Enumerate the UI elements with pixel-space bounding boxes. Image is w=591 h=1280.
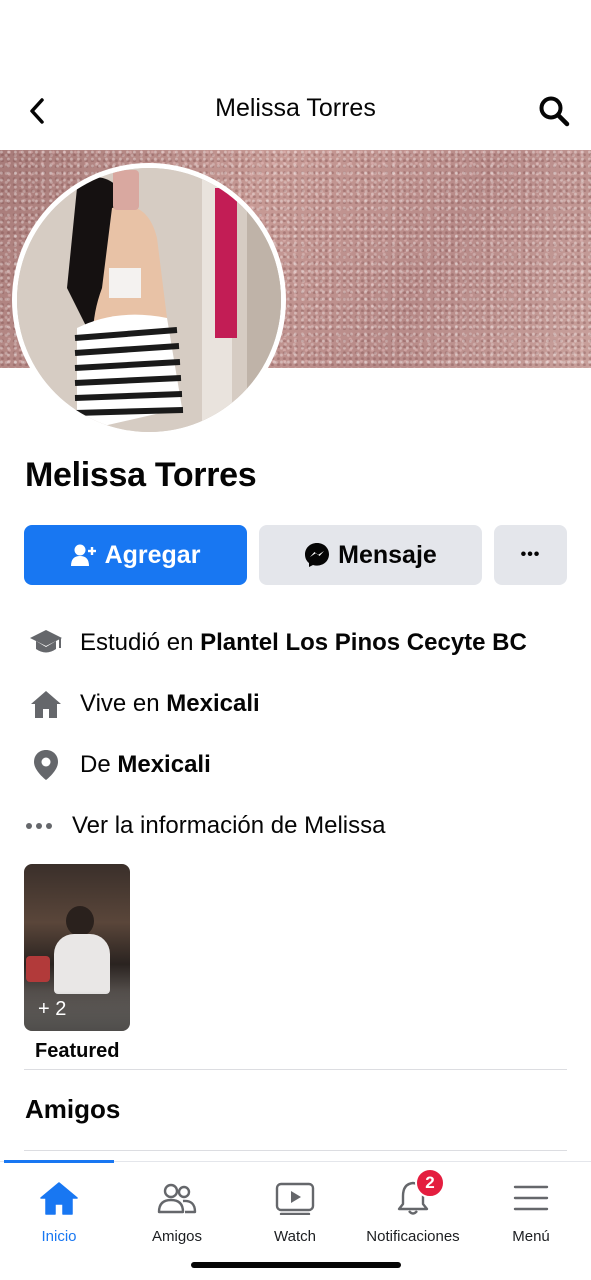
see-about-info-link[interactable]: Ver la información de Melissa bbox=[24, 806, 385, 846]
search-icon bbox=[539, 96, 570, 127]
home-indicator[interactable] bbox=[191, 1262, 401, 1268]
messenger-icon bbox=[304, 542, 330, 568]
avatar-photo bbox=[17, 168, 281, 432]
divider bbox=[24, 1069, 567, 1070]
nav-label-inicio: Inicio bbox=[41, 1228, 77, 1245]
nav-item-menu[interactable]: Menú bbox=[472, 1162, 590, 1252]
search-button[interactable] bbox=[535, 92, 573, 130]
message-button[interactable]: Mensaje bbox=[259, 525, 482, 585]
from-prefix: De bbox=[80, 751, 118, 778]
more-options-label: ••• bbox=[520, 546, 541, 563]
info-education: Estudió en Plantel Los Pinos Cecyte BC bbox=[28, 623, 527, 663]
lives-prefix: Vive en bbox=[80, 690, 167, 717]
nav-label-notificaciones: Notificaciones bbox=[366, 1228, 460, 1245]
nav-label-amigos: Amigos bbox=[151, 1228, 203, 1245]
info-lives-in: Vive en Mexicali bbox=[28, 684, 260, 724]
home-icon bbox=[40, 1178, 78, 1218]
featured-label: Featured bbox=[35, 1040, 120, 1062]
notification-badge: 2 bbox=[415, 1168, 445, 1198]
hamburger-menu-icon bbox=[513, 1178, 549, 1218]
add-friend-label: Agregar bbox=[104, 540, 201, 569]
profile-avatar[interactable] bbox=[12, 163, 286, 437]
add-friend-icon bbox=[70, 543, 97, 567]
profile-page: Melissa Torres Melissa Torres Agregar Me… bbox=[0, 0, 591, 1280]
featured-count: + 2 bbox=[38, 998, 67, 1020]
graduation-cap-icon bbox=[28, 628, 64, 658]
nav-item-inicio[interactable]: Inicio bbox=[0, 1162, 118, 1252]
thumbnail-photo-body bbox=[54, 934, 110, 994]
bell-icon: 2 bbox=[395, 1168, 445, 1218]
education-link[interactable]: Plantel Los Pinos Cecyte BC bbox=[200, 629, 527, 657]
page-title: Melissa Torres bbox=[215, 94, 376, 122]
nav-label-watch: Watch bbox=[274, 1228, 316, 1245]
add-friend-button[interactable]: Agregar bbox=[24, 525, 247, 585]
ellipsis-icon bbox=[24, 822, 54, 830]
home-location-icon bbox=[28, 689, 64, 719]
nav-item-amigos[interactable]: Amigos bbox=[118, 1162, 236, 1252]
top-bar: Melissa Torres bbox=[0, 82, 591, 140]
profile-name: Melissa Torres bbox=[25, 456, 257, 494]
nav-item-watch[interactable]: Watch bbox=[236, 1162, 354, 1252]
divider bbox=[24, 1150, 567, 1151]
lives-link[interactable]: Mexicali bbox=[166, 690, 259, 718]
education-prefix: Estudió en bbox=[80, 629, 201, 656]
thumbnail-photo-subject bbox=[66, 906, 94, 936]
friends-icon bbox=[157, 1178, 197, 1218]
more-options-button[interactable]: ••• bbox=[494, 525, 567, 585]
location-pin-icon bbox=[28, 749, 64, 781]
nav-label-menu: Menú bbox=[512, 1228, 550, 1245]
nav-item-notificaciones[interactable]: 2 Notificaciones bbox=[354, 1162, 472, 1252]
info-from: De Mexicali bbox=[28, 745, 211, 785]
watch-icon bbox=[275, 1178, 315, 1218]
see-about-info-label: Ver la información de Melissa bbox=[72, 812, 386, 839]
featured-story-thumbnail[interactable]: + 2 bbox=[24, 864, 130, 1031]
from-link[interactable]: Mexicali bbox=[117, 751, 210, 779]
friends-section-title: Amigos bbox=[25, 1094, 121, 1124]
avatar-photo-illustration bbox=[17, 168, 281, 432]
message-label: Mensaje bbox=[338, 540, 437, 569]
thumbnail-photo-bag bbox=[26, 956, 50, 982]
